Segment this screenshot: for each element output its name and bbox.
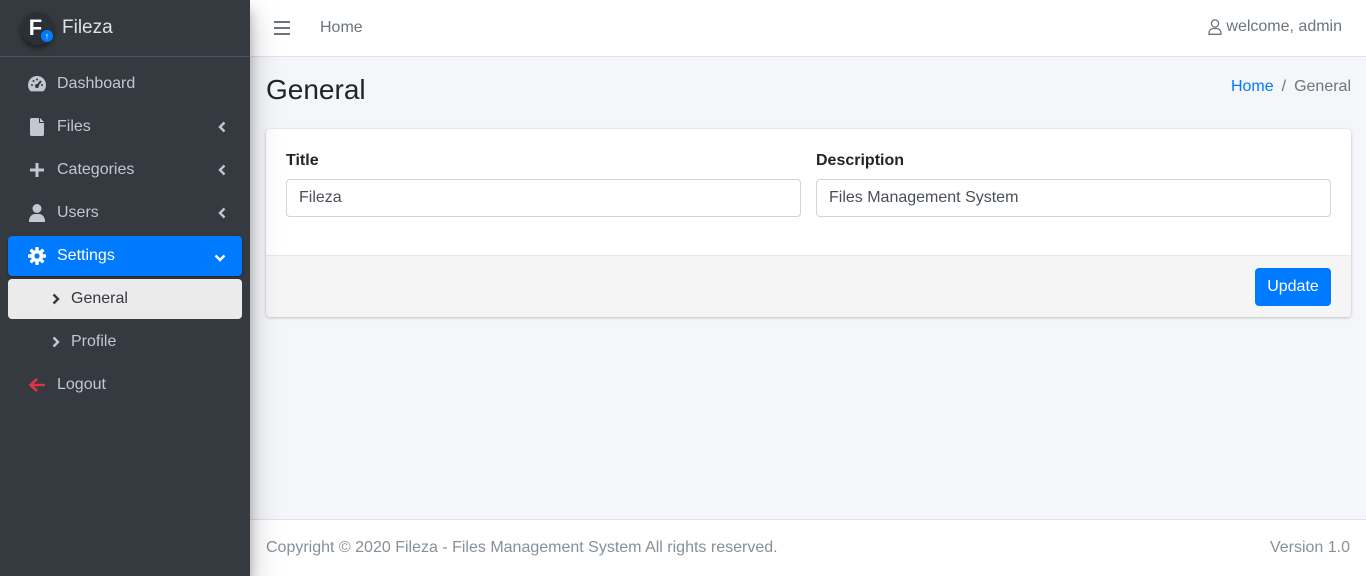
title-input[interactable]: [286, 179, 801, 217]
brand[interactable]: F ↑ Fileza: [0, 0, 250, 57]
description-label: Description: [816, 152, 905, 169]
upload-arrow-icon: ↑: [41, 29, 53, 42]
title-label: Title: [286, 152, 319, 169]
brand-name: Fileza: [62, 17, 113, 38]
user-outline-icon: [1208, 19, 1223, 35]
brand-logo: F ↑: [21, 11, 54, 45]
breadcrumb-separator: /: [1281, 78, 1287, 95]
user-icon: [27, 203, 47, 223]
chevron-left-icon: [218, 120, 226, 138]
update-button[interactable]: Update: [1255, 268, 1331, 306]
breadcrumb-home-link[interactable]: Home: [1231, 78, 1274, 96]
card-footer: Update: [266, 255, 1351, 317]
title-form-group: Title: [286, 152, 801, 217]
sidebar-item-files[interactable]: Files: [8, 107, 242, 147]
chevron-right-icon: [50, 289, 62, 309]
card-body: Title Description: [266, 129, 1351, 255]
page-title: General: [266, 74, 366, 105]
user-greeting: welcome, admin: [1226, 18, 1342, 35]
sidebar-item-dashboard[interactable]: Dashboard: [8, 64, 242, 104]
chevron-left-icon: [218, 206, 226, 224]
copyright-text: Copyright © 2020 Fileza - Files Manageme…: [266, 539, 778, 556]
top-navbar: Home welcome, admin: [250, 0, 1366, 57]
sidebar-item-profile[interactable]: Profile: [8, 322, 242, 362]
description-input[interactable]: [816, 179, 1331, 217]
sidebar-item-logout[interactable]: Logout: [8, 365, 242, 405]
description-form-group: Description: [816, 152, 1331, 217]
user-menu[interactable]: welcome, admin: [1208, 18, 1342, 36]
sidebar-item-categories[interactable]: Categories: [8, 150, 242, 190]
version-text: Version 1.0: [1269, 539, 1350, 556]
sidebar-item-users[interactable]: Users: [8, 193, 242, 233]
chevron-right-icon: [50, 332, 62, 352]
menu-toggle-icon[interactable]: [274, 21, 290, 35]
file-icon: [27, 117, 47, 137]
plus-icon: [27, 160, 47, 180]
sidebar-item-settings[interactable]: Settings: [8, 236, 242, 276]
navbar-home-link[interactable]: Home: [320, 19, 363, 37]
gear-icon: [27, 246, 47, 266]
sidebar-nav: Dashboard Files Categories Users Setting…: [0, 57, 250, 405]
arrow-left-icon: [27, 375, 47, 395]
page-footer: Copyright © 2020 Fileza - Files Manageme…: [250, 519, 1366, 576]
chevron-left-icon: [218, 163, 226, 181]
breadcrumb: Home / General: [1231, 78, 1351, 96]
sidebar-item-general[interactable]: General: [8, 279, 242, 319]
sidebar: F ↑ Fileza Dashboard Files Categories Us…: [0, 0, 250, 576]
dashboard-gauge-icon: [27, 74, 47, 94]
breadcrumb-current: General: [1294, 78, 1351, 95]
content-wrapper: General Home / General Title Description…: [250, 57, 1366, 519]
chevron-down-icon: [214, 249, 226, 267]
settings-card: Title Description Update: [266, 129, 1351, 317]
